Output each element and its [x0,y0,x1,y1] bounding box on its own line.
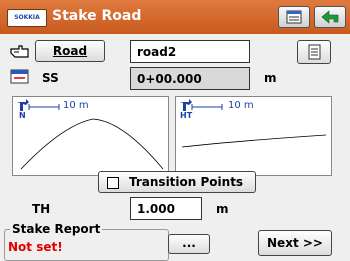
back-arrow-icon [321,10,339,24]
title-bar: SOKKIA Stake Road [0,0,350,34]
transition-points-label: Transition Points [129,175,244,189]
menu-button[interactable] [278,6,310,28]
window-title: Stake Road [52,8,142,24]
pointing-hand-icon [10,45,29,58]
horizontal-alignment-plot [17,99,164,170]
transition-points-checkbox[interactable]: Transition Points [98,171,256,193]
road-button-label: Road [52,44,88,58]
ss-station-field: 0+00.000 [130,67,250,90]
north-label: N [19,111,26,120]
road-button[interactable]: Road [35,40,105,62]
th-label: TH [32,202,51,216]
ruler-icon [10,69,29,84]
ht-label: HT [180,111,193,120]
ss-label: SS [42,71,59,85]
next-button-label: Next >> [267,236,323,250]
document-icon [308,44,321,60]
browse-stake-report-button[interactable]: ... [168,234,210,254]
th-unit: m [216,202,229,216]
road-details-button[interactable] [297,40,331,64]
horizontal-profile-view: N 10 m [12,96,169,176]
browse-label: ... [182,236,196,250]
app-logo: SOKKIA [7,9,47,27]
right-scale-label: 10 m [228,100,254,111]
vertical-profile-view: HT 10 m [175,96,332,176]
list-icon [286,10,302,24]
back-button[interactable] [314,6,346,28]
next-button[interactable]: Next >> [258,230,332,256]
ss-unit: m [264,71,277,85]
checkbox-box [107,176,119,189]
stake-report-legend: Stake Report [10,222,103,236]
vertical-alignment-plot [180,99,327,148]
th-input[interactable]: 1.000 [130,197,202,220]
stake-report-status: Not set! [8,240,63,254]
road-name-field[interactable]: road2 [130,40,250,63]
left-scale-label: 10 m [63,100,89,111]
